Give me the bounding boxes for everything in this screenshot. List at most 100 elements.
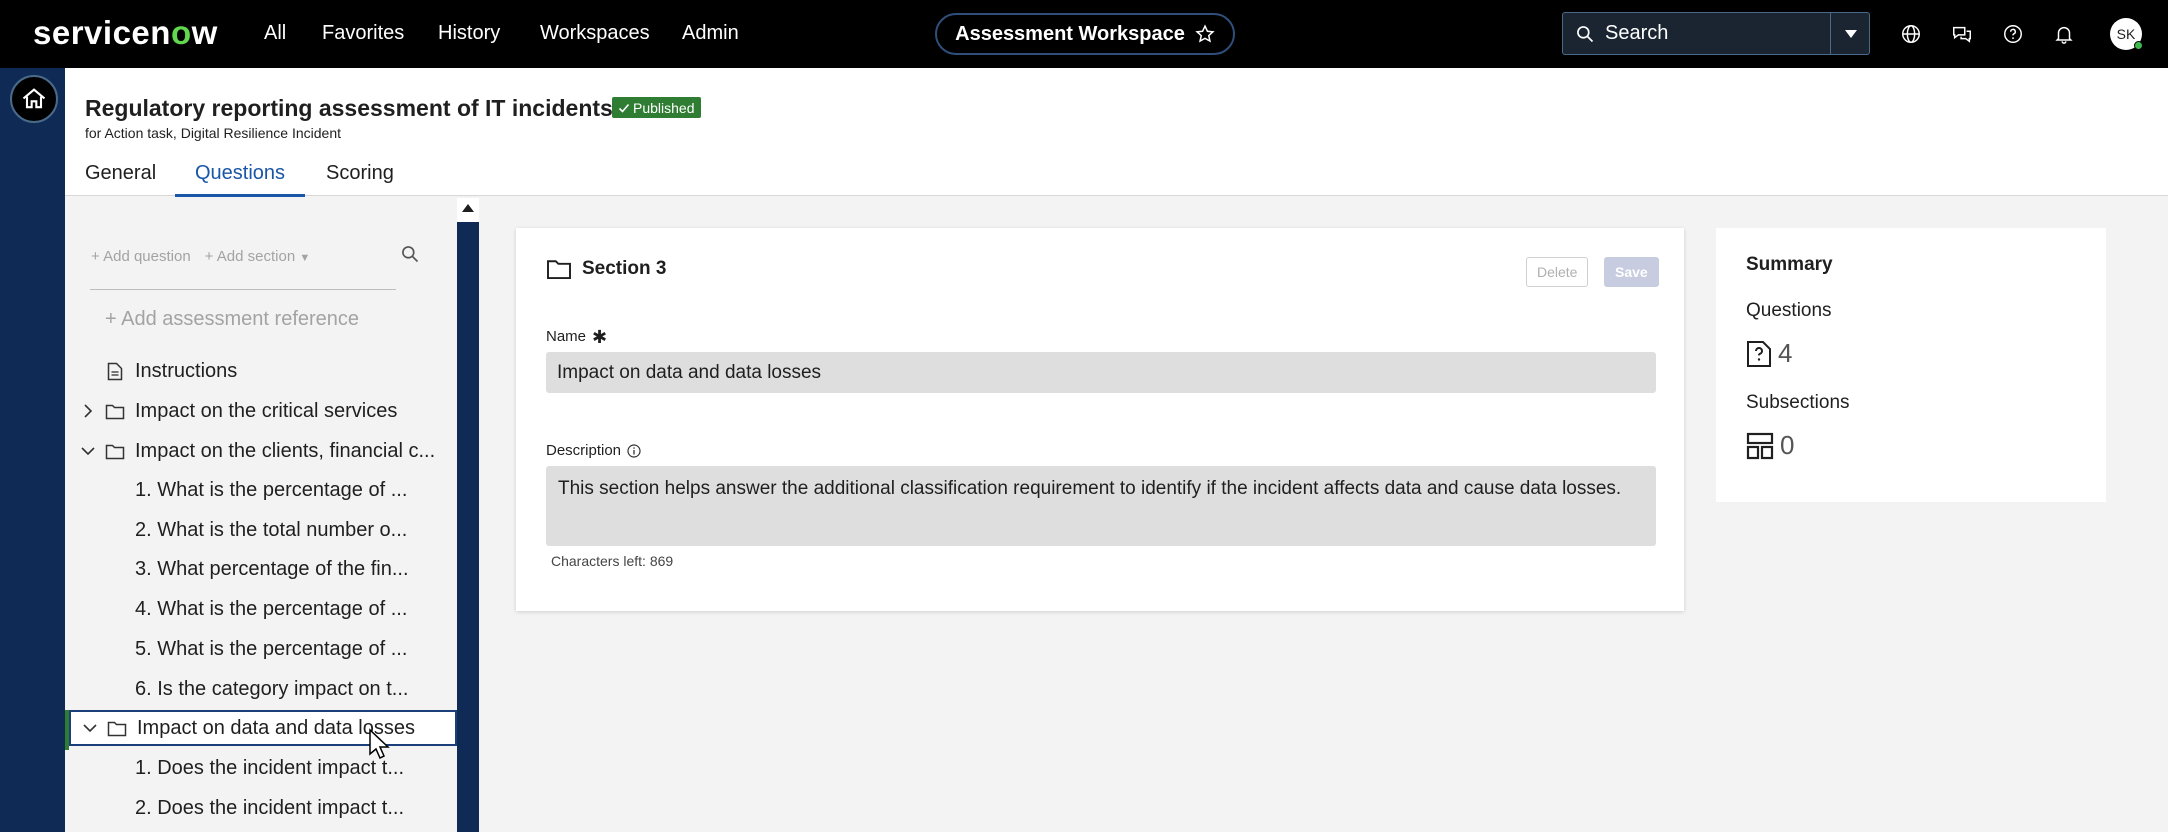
- description-field-label: Description: [546, 442, 641, 459]
- nav-admin[interactable]: Admin: [682, 22, 739, 45]
- tree-item-label: Instructions: [135, 359, 238, 382]
- logo-text-end: w: [191, 14, 218, 51]
- home-icon: [22, 88, 46, 109]
- tree-item-label: 2. Does the incident impact t...: [135, 796, 405, 819]
- tree-item-instructions[interactable]: Instructions: [65, 353, 457, 389]
- workspace-title-pill[interactable]: Assessment Workspace: [935, 13, 1235, 55]
- description-field[interactable]: This section helps answer the additional…: [546, 466, 1656, 546]
- nav-history[interactable]: History: [438, 22, 500, 45]
- folder-icon: [105, 443, 125, 460]
- tree-section-critical-services[interactable]: Impact on the critical services: [65, 393, 457, 429]
- tree-question-item[interactable]: 6. Is the category impact on t...: [65, 671, 457, 707]
- tree-scrollbar-thumb[interactable]: [457, 222, 479, 832]
- presence-indicator: [2134, 41, 2143, 50]
- tree-item-label: 2. What is the total number o...: [135, 518, 408, 541]
- description-label-text: Description: [546, 442, 622, 459]
- chevron-down-icon[interactable]: [79, 446, 97, 456]
- tree-question-item[interactable]: 3. What percentage of the fin...: [65, 551, 457, 587]
- search-placeholder: Search: [1605, 22, 1669, 44]
- name-field-label: Name ✱: [546, 326, 608, 347]
- globe-icon[interactable]: [1899, 22, 1923, 46]
- nav-all[interactable]: All: [264, 22, 286, 45]
- add-question-button[interactable]: + Add question: [91, 248, 191, 265]
- question-tree-panel: + Add question + Add section ▼ + Add ass…: [65, 198, 457, 832]
- tab-general[interactable]: General: [85, 162, 156, 185]
- tree-section-clients-financial[interactable]: Impact on the clients, financial c...: [65, 433, 457, 469]
- mouse-cursor-icon: [369, 728, 390, 760]
- global-search[interactable]: Search: [1562, 12, 1870, 55]
- search-icon: [402, 246, 419, 263]
- caret-down-icon: [1844, 29, 1857, 38]
- active-tab-indicator: [175, 194, 305, 197]
- tab-questions[interactable]: Questions: [195, 162, 285, 185]
- tree-question-item[interactable]: 1. Does the incident impact t...: [65, 750, 457, 786]
- search-scope-dropdown[interactable]: [1830, 12, 1870, 55]
- tree-question-item[interactable]: 2. Does the incident impact t...: [65, 790, 457, 826]
- chevron-right-icon[interactable]: [79, 404, 97, 418]
- search-icon: [1577, 25, 1594, 42]
- tree-search-button[interactable]: [400, 244, 420, 269]
- characters-left-counter: Characters left: 869: [551, 553, 674, 569]
- status-badge-label: Published: [633, 99, 695, 116]
- section-title: Section 3: [546, 258, 666, 280]
- servicenow-logo[interactable]: servicenow: [33, 14, 218, 52]
- workspace-title: Assessment Workspace: [955, 22, 1185, 45]
- tree-question-item[interactable]: 1. What is the percentage of ...: [65, 472, 457, 508]
- section-title-text: Section 3: [582, 258, 667, 279]
- tree-question-item[interactable]: 5. What is the percentage of ...: [65, 631, 457, 667]
- left-rail: [0, 68, 65, 832]
- name-field[interactable]: [546, 352, 1656, 393]
- tree-item-label: 4. What is the percentage of ...: [135, 597, 408, 620]
- tab-scoring[interactable]: Scoring: [326, 162, 394, 185]
- summary-panel: Summary Questions 4 Subsections 0: [1716, 228, 2106, 502]
- tree-item-label: 3. What percentage of the fin...: [135, 557, 409, 580]
- chevron-down-icon[interactable]: [81, 723, 99, 733]
- save-button[interactable]: Save: [1604, 257, 1659, 287]
- required-asterisk-icon: ✱: [592, 326, 608, 347]
- star-icon[interactable]: [1195, 24, 1215, 44]
- bell-icon[interactable]: [2052, 22, 2076, 46]
- record-header: Regulatory reporting assessment of IT in…: [65, 68, 2168, 197]
- check-icon: [618, 103, 630, 113]
- tree-item-label: Impact on the critical services: [135, 399, 398, 422]
- user-avatar[interactable]: SK: [2110, 18, 2143, 50]
- add-section-button[interactable]: + Add section ▼: [205, 248, 311, 265]
- page-subtitle: for Action task, Digital Resilience Inci…: [85, 125, 342, 141]
- chat-icon[interactable]: [1950, 22, 1974, 46]
- avatar-initials: SK: [2116, 26, 2136, 42]
- folder-icon: [105, 403, 125, 420]
- subsections-icon: [1746, 432, 1774, 459]
- summary-title: Summary: [1746, 254, 1833, 275]
- tree-item-label: 1. Does the incident impact t...: [135, 756, 405, 779]
- tree-question-item[interactable]: 4. What is the percentage of ...: [65, 591, 457, 627]
- folder-icon: [107, 720, 127, 737]
- tree-item-label: Impact on the clients, financial c...: [135, 439, 436, 462]
- scroll-up-arrow-icon[interactable]: [462, 204, 474, 212]
- info-icon[interactable]: [627, 443, 641, 458]
- document-icon: [105, 362, 125, 381]
- questions-count: 4: [1746, 338, 1792, 369]
- folder-icon: [547, 260, 571, 280]
- logo-text: servicen: [33, 14, 171, 51]
- nav-workspaces[interactable]: Workspaces: [540, 22, 650, 45]
- chevron-down-icon: ▼: [299, 252, 311, 264]
- delete-button[interactable]: Delete: [1526, 257, 1589, 287]
- logo-o: o: [170, 14, 192, 51]
- subsections-label: Subsections: [1746, 392, 1850, 413]
- help-icon[interactable]: [2001, 22, 2025, 46]
- status-badge: Published: [612, 97, 701, 118]
- name-label-text: Name: [546, 328, 587, 345]
- questions-label: Questions: [1746, 300, 1832, 321]
- nav-favorites[interactable]: Favorites: [322, 22, 404, 45]
- tree-item-label: 5. What is the percentage of ...: [135, 637, 408, 660]
- home-button[interactable]: [10, 75, 58, 123]
- add-section-label: + Add section: [204, 248, 296, 265]
- tree-question-item[interactable]: 2. What is the total number o...: [65, 512, 457, 548]
- top-navigation-bar: servicenow All Favorites History Workspa…: [0, 0, 2168, 68]
- subsections-count-value: 0: [1780, 430, 1795, 460]
- page-title: Regulatory reporting assessment of IT in…: [85, 95, 613, 121]
- tree-section-data-losses[interactable]: Impact on data and data losses: [69, 710, 457, 746]
- add-assessment-reference-button[interactable]: + Add assessment reference: [105, 308, 359, 331]
- tree-item-label: 1. What is the percentage of ...: [135, 478, 408, 501]
- questions-count-value: 4: [1778, 338, 1793, 368]
